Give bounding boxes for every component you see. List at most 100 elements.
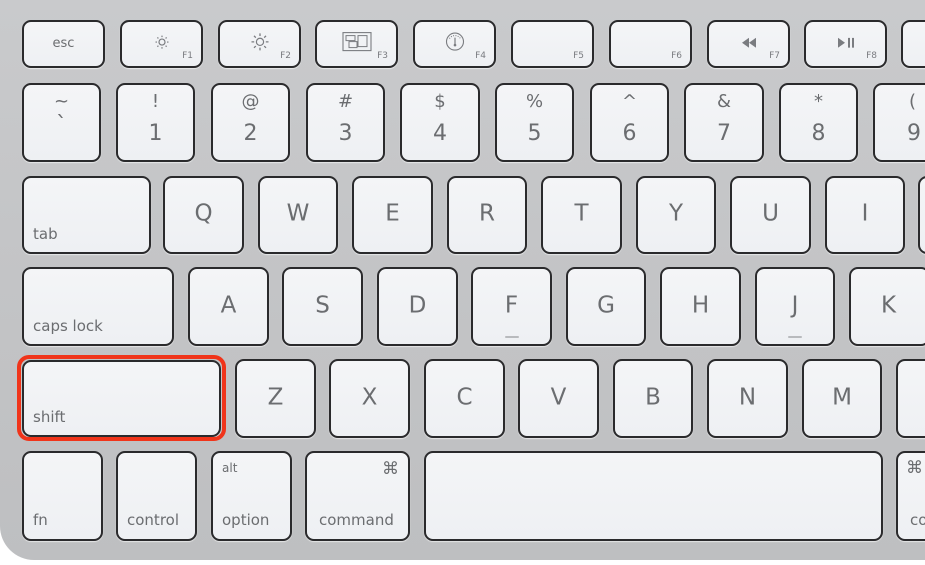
key-space[interactable] bbox=[424, 451, 883, 541]
key-command-right[interactable]: ⌘ co bbox=[896, 451, 925, 541]
key-f4[interactable]: F4 bbox=[413, 20, 496, 68]
key-4[interactable]: $ 4 bbox=[400, 83, 480, 162]
key-z[interactable]: Z bbox=[235, 359, 316, 438]
key-comma-partial[interactable] bbox=[896, 359, 925, 438]
key-f8[interactable]: F8 bbox=[804, 20, 887, 68]
key-char: V bbox=[550, 384, 567, 411]
key-9[interactable]: ( 9 bbox=[873, 83, 925, 162]
key-char: T bbox=[574, 200, 589, 227]
key-char: H bbox=[691, 292, 710, 319]
key-f2[interactable]: F2 bbox=[218, 20, 301, 68]
key-shift-char: ~ bbox=[53, 91, 70, 112]
key-char: N bbox=[738, 384, 757, 411]
key-shift-char: & bbox=[716, 91, 732, 112]
key-char: 7 bbox=[717, 121, 731, 146]
key-a[interactable]: A bbox=[188, 267, 269, 346]
key-u[interactable]: U bbox=[730, 176, 811, 254]
key-char: E bbox=[385, 200, 400, 227]
key-label: co bbox=[910, 511, 925, 529]
key-fn-label: F3 bbox=[377, 51, 388, 61]
key-n[interactable]: N bbox=[707, 359, 788, 438]
key-shift[interactable]: shift bbox=[22, 360, 221, 437]
key-y[interactable]: Y bbox=[636, 176, 716, 254]
key-label: option bbox=[222, 511, 270, 529]
key-f9-partial[interactable] bbox=[901, 20, 925, 68]
key-3[interactable]: # 3 bbox=[306, 83, 385, 162]
key-w[interactable]: W bbox=[258, 176, 338, 254]
key-k[interactable]: K bbox=[849, 267, 925, 346]
key-fn-label: F2 bbox=[280, 51, 291, 61]
key-t[interactable]: T bbox=[541, 176, 622, 254]
key-fn-label: F1 bbox=[182, 51, 193, 61]
key-8[interactable]: * 8 bbox=[779, 83, 858, 162]
key-g[interactable]: G bbox=[566, 267, 646, 346]
key-char: 9 bbox=[907, 121, 921, 146]
key-char: X bbox=[361, 384, 378, 411]
key-control[interactable]: control bbox=[116, 451, 197, 541]
key-backtick[interactable]: ~ ` bbox=[22, 83, 101, 162]
key-char: 8 bbox=[811, 121, 826, 146]
key-char: D bbox=[408, 292, 427, 319]
key-label: caps lock bbox=[33, 317, 103, 335]
key-char: 3 bbox=[338, 121, 353, 146]
home-bump bbox=[504, 336, 519, 338]
key-char: Y bbox=[668, 200, 684, 227]
key-label: shift bbox=[33, 408, 66, 426]
brightness-up-icon bbox=[220, 33, 299, 51]
key-2[interactable]: @ 2 bbox=[211, 83, 290, 162]
key-char: 1 bbox=[148, 121, 163, 146]
key-f7[interactable]: F7 bbox=[707, 20, 790, 68]
key-d[interactable]: D bbox=[377, 267, 458, 346]
key-tab[interactable]: tab bbox=[22, 176, 151, 254]
play-pause-icon bbox=[806, 37, 885, 48]
key-shift-char: $ bbox=[434, 91, 446, 112]
key-esc[interactable]: esc bbox=[22, 20, 105, 68]
key-1[interactable]: ! 1 bbox=[116, 83, 195, 162]
key-fn[interactable]: fn bbox=[22, 451, 103, 541]
dashboard-icon bbox=[415, 32, 494, 52]
key-char: ` bbox=[56, 113, 67, 138]
key-6[interactable]: ^ 6 bbox=[590, 83, 669, 162]
key-f1[interactable]: F1 bbox=[120, 20, 203, 68]
key-shift-char: # bbox=[337, 91, 354, 112]
key-label: control bbox=[127, 511, 179, 529]
key-o-partial[interactable] bbox=[918, 176, 925, 254]
key-v[interactable]: V bbox=[518, 359, 599, 438]
command-icon: ⌘ bbox=[906, 458, 923, 478]
key-char: B bbox=[645, 384, 661, 411]
key-i[interactable]: I bbox=[825, 176, 905, 254]
key-char: W bbox=[286, 200, 310, 227]
key-char: F bbox=[504, 292, 519, 319]
key-char: Z bbox=[267, 384, 284, 411]
key-f[interactable]: F bbox=[471, 267, 552, 346]
key-option[interactable]: alt option bbox=[211, 451, 292, 541]
key-shift-char: ^ bbox=[621, 91, 638, 112]
key-7[interactable]: & 7 bbox=[684, 83, 764, 162]
key-fn-label: F4 bbox=[475, 51, 486, 61]
rewind-icon bbox=[709, 37, 788, 48]
keyboard: esc F1 F2 F3 F4 F5 F6 F7 F8 ~ ` ! 1 @ 2 … bbox=[0, 0, 925, 560]
key-b[interactable]: B bbox=[613, 359, 693, 438]
key-shift-char: @ bbox=[241, 91, 260, 112]
key-q[interactable]: Q bbox=[163, 176, 244, 254]
key-5[interactable]: % 5 bbox=[495, 83, 574, 162]
key-caps-lock[interactable]: caps lock bbox=[22, 267, 174, 346]
key-alt-label: alt bbox=[222, 461, 238, 475]
key-shift-char: ( bbox=[909, 91, 917, 112]
key-j[interactable]: J bbox=[755, 267, 835, 346]
key-fn-label: F5 bbox=[573, 51, 584, 61]
key-s[interactable]: S bbox=[282, 267, 363, 346]
key-m[interactable]: M bbox=[802, 359, 882, 438]
key-r[interactable]: R bbox=[447, 176, 527, 254]
key-f3[interactable]: F3 bbox=[315, 20, 398, 68]
key-c[interactable]: C bbox=[424, 359, 505, 438]
key-x[interactable]: X bbox=[329, 359, 410, 438]
key-f5[interactable]: F5 bbox=[511, 20, 594, 68]
key-f6[interactable]: F6 bbox=[609, 20, 692, 68]
key-h[interactable]: H bbox=[660, 267, 741, 346]
key-fn-label: F8 bbox=[866, 51, 877, 61]
key-command-left[interactable]: ⌘ command bbox=[305, 451, 410, 541]
key-char: 6 bbox=[622, 121, 637, 146]
expose-icon bbox=[317, 32, 396, 52]
key-e[interactable]: E bbox=[352, 176, 433, 254]
